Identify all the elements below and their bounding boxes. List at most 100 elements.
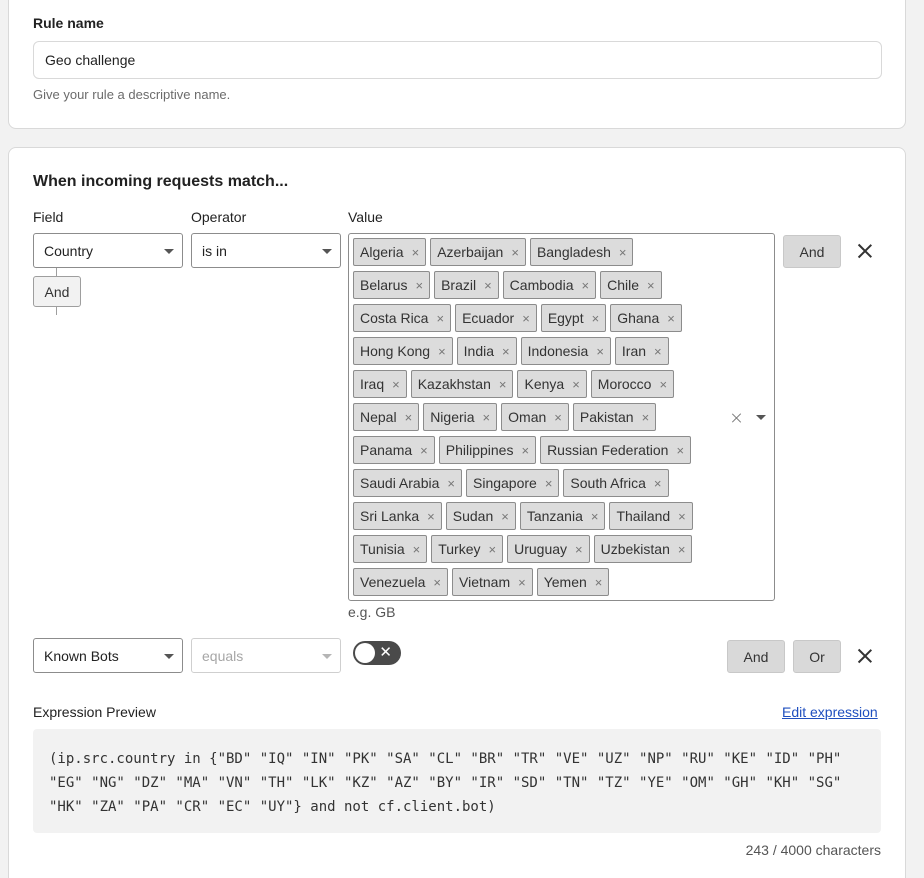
remove-tag-icon[interactable]: ×: [511, 245, 519, 260]
remove-tag-icon[interactable]: ×: [676, 443, 684, 458]
and-connector-button[interactable]: And: [33, 276, 81, 307]
remove-tag-icon[interactable]: ×: [438, 344, 446, 359]
character-count: 243 / 4000 characters: [745, 842, 881, 858]
remove-tag-icon[interactable]: ×: [659, 377, 667, 392]
country-tag: Bangladesh ×: [529, 238, 634, 266]
country-tag: Vietnam ×: [452, 568, 533, 596]
field-select-known-bots[interactable]: Known Bots: [33, 638, 183, 673]
country-tag-label: Kazakhstan: [417, 376, 491, 392]
remove-tag-icon[interactable]: ×: [502, 344, 510, 359]
country-tag: Uzbekistan ×: [593, 535, 693, 563]
country-tag: Kazakhstan ×: [410, 370, 514, 398]
remove-tag-icon[interactable]: ×: [678, 542, 686, 557]
country-tag: Azerbaijan ×: [430, 238, 526, 266]
remove-tag-icon[interactable]: ×: [575, 542, 583, 557]
country-tag: Panama ×: [353, 436, 435, 464]
remove-tag-icon[interactable]: ×: [591, 509, 599, 524]
remove-tag-icon[interactable]: ×: [433, 575, 441, 590]
country-tag: Philippines ×: [438, 436, 537, 464]
close-icon: ✕: [379, 644, 392, 661]
country-multi-select[interactable]: Algeria × Azerbaijan × Bangladesh × Belarus × Br…: [348, 233, 775, 601]
country-tag-label: Indonesia: [527, 343, 589, 359]
expression-preview: (ip.src.country in {"BD" "IQ" "IN" "PK" …: [33, 729, 881, 833]
country-tag-label: Turkey: [438, 541, 481, 557]
remove-tag-icon[interactable]: ×: [518, 575, 526, 590]
or-button[interactable]: Or: [793, 640, 841, 673]
chevron-down-icon: [164, 249, 174, 254]
connector-line: [56, 268, 57, 276]
remove-tag-icon[interactable]: ×: [420, 443, 428, 458]
country-tag-label: Vietnam: [459, 574, 511, 590]
remove-tag-icon[interactable]: ×: [582, 278, 590, 293]
country-tag: Kenya ×: [517, 370, 587, 398]
remove-tag-icon[interactable]: ×: [484, 278, 492, 293]
chevron-down-icon: [322, 654, 332, 659]
field-select-country[interactable]: Country: [33, 233, 183, 268]
country-tag: Saudi Arabia ×: [353, 469, 462, 497]
remove-tag-icon[interactable]: ×: [392, 377, 400, 392]
country-tag-label: Philippines: [445, 442, 514, 458]
selected-countries: Algeria × Azerbaijan × Bangladesh × Belarus × Br…: [353, 238, 703, 596]
country-tag: Tunisia ×: [353, 535, 428, 563]
country-tag: Egypt ×: [540, 304, 607, 332]
country-tag: Sri Lanka ×: [353, 502, 442, 530]
remove-tag-icon[interactable]: ×: [642, 410, 650, 425]
chevron-down-icon: [322, 249, 332, 254]
remove-condition-icon[interactable]: [856, 242, 874, 260]
country-tag-label: Uzbekistan: [600, 541, 670, 557]
country-tag: Brazil ×: [434, 271, 499, 299]
country-tag-label: Costa Rica: [360, 310, 429, 326]
remove-tag-icon[interactable]: ×: [654, 476, 662, 491]
remove-tag-icon[interactable]: ×: [667, 311, 675, 326]
country-tag: Venezuela ×: [353, 568, 448, 596]
country-tag: Uruguay ×: [507, 535, 590, 563]
remove-tag-icon[interactable]: ×: [489, 542, 497, 557]
clear-all-icon[interactable]: [731, 412, 743, 424]
remove-tag-icon[interactable]: ×: [572, 377, 580, 392]
remove-tag-icon[interactable]: ×: [647, 278, 655, 293]
remove-tag-icon[interactable]: ×: [522, 311, 530, 326]
remove-tag-icon[interactable]: ×: [436, 311, 444, 326]
remove-tag-icon[interactable]: ×: [499, 377, 507, 392]
country-tag-label: South Africa: [570, 475, 646, 491]
remove-tag-icon[interactable]: ×: [501, 509, 509, 524]
field-select-value: Country: [44, 242, 94, 259]
country-tag: Ecuador ×: [455, 304, 537, 332]
remove-tag-icon[interactable]: ×: [415, 278, 423, 293]
country-tag: Morocco ×: [590, 370, 675, 398]
remove-tag-icon[interactable]: ×: [447, 476, 455, 491]
remove-tag-icon[interactable]: ×: [413, 542, 421, 557]
edit-expression-link[interactable]: Edit expression: [782, 704, 878, 720]
chevron-down-icon[interactable]: [756, 415, 766, 420]
country-tag-label: Russian Federation: [547, 442, 669, 458]
remove-condition-icon[interactable]: [856, 647, 874, 665]
remove-tag-icon[interactable]: ×: [427, 509, 435, 524]
and-button[interactable]: And: [783, 235, 841, 268]
country-tag-label: Tanzania: [526, 508, 583, 524]
known-bots-toggle[interactable]: ✕: [353, 641, 401, 665]
remove-tag-icon[interactable]: ×: [592, 311, 600, 326]
remove-tag-icon[interactable]: ×: [521, 443, 529, 458]
and-button[interactable]: And: [727, 640, 785, 673]
country-tag: Belarus ×: [353, 271, 431, 299]
remove-tag-icon[interactable]: ×: [483, 410, 491, 425]
country-tag-label: Panama: [360, 442, 413, 458]
remove-tag-icon[interactable]: ×: [412, 245, 420, 260]
country-tag-label: Saudi Arabia: [360, 475, 440, 491]
country-tag-label: Algeria: [360, 244, 404, 260]
remove-tag-icon[interactable]: ×: [619, 245, 627, 260]
rule-name-input[interactable]: Geo challenge: [33, 41, 882, 79]
country-tag: Oman ×: [501, 403, 569, 431]
country-tag: Pakistan ×: [572, 403, 657, 431]
remove-tag-icon[interactable]: ×: [405, 410, 413, 425]
remove-tag-icon[interactable]: ×: [554, 410, 562, 425]
operator-select-value: is in: [202, 242, 227, 259]
country-tag: South Africa ×: [563, 469, 669, 497]
remove-tag-icon[interactable]: ×: [678, 509, 686, 524]
remove-tag-icon[interactable]: ×: [595, 575, 603, 590]
remove-tag-icon[interactable]: ×: [545, 476, 553, 491]
remove-tag-icon[interactable]: ×: [596, 344, 604, 359]
remove-tag-icon[interactable]: ×: [654, 344, 662, 359]
operator-select-is-in[interactable]: is in: [191, 233, 341, 268]
country-tag-label: Belarus: [360, 277, 408, 293]
